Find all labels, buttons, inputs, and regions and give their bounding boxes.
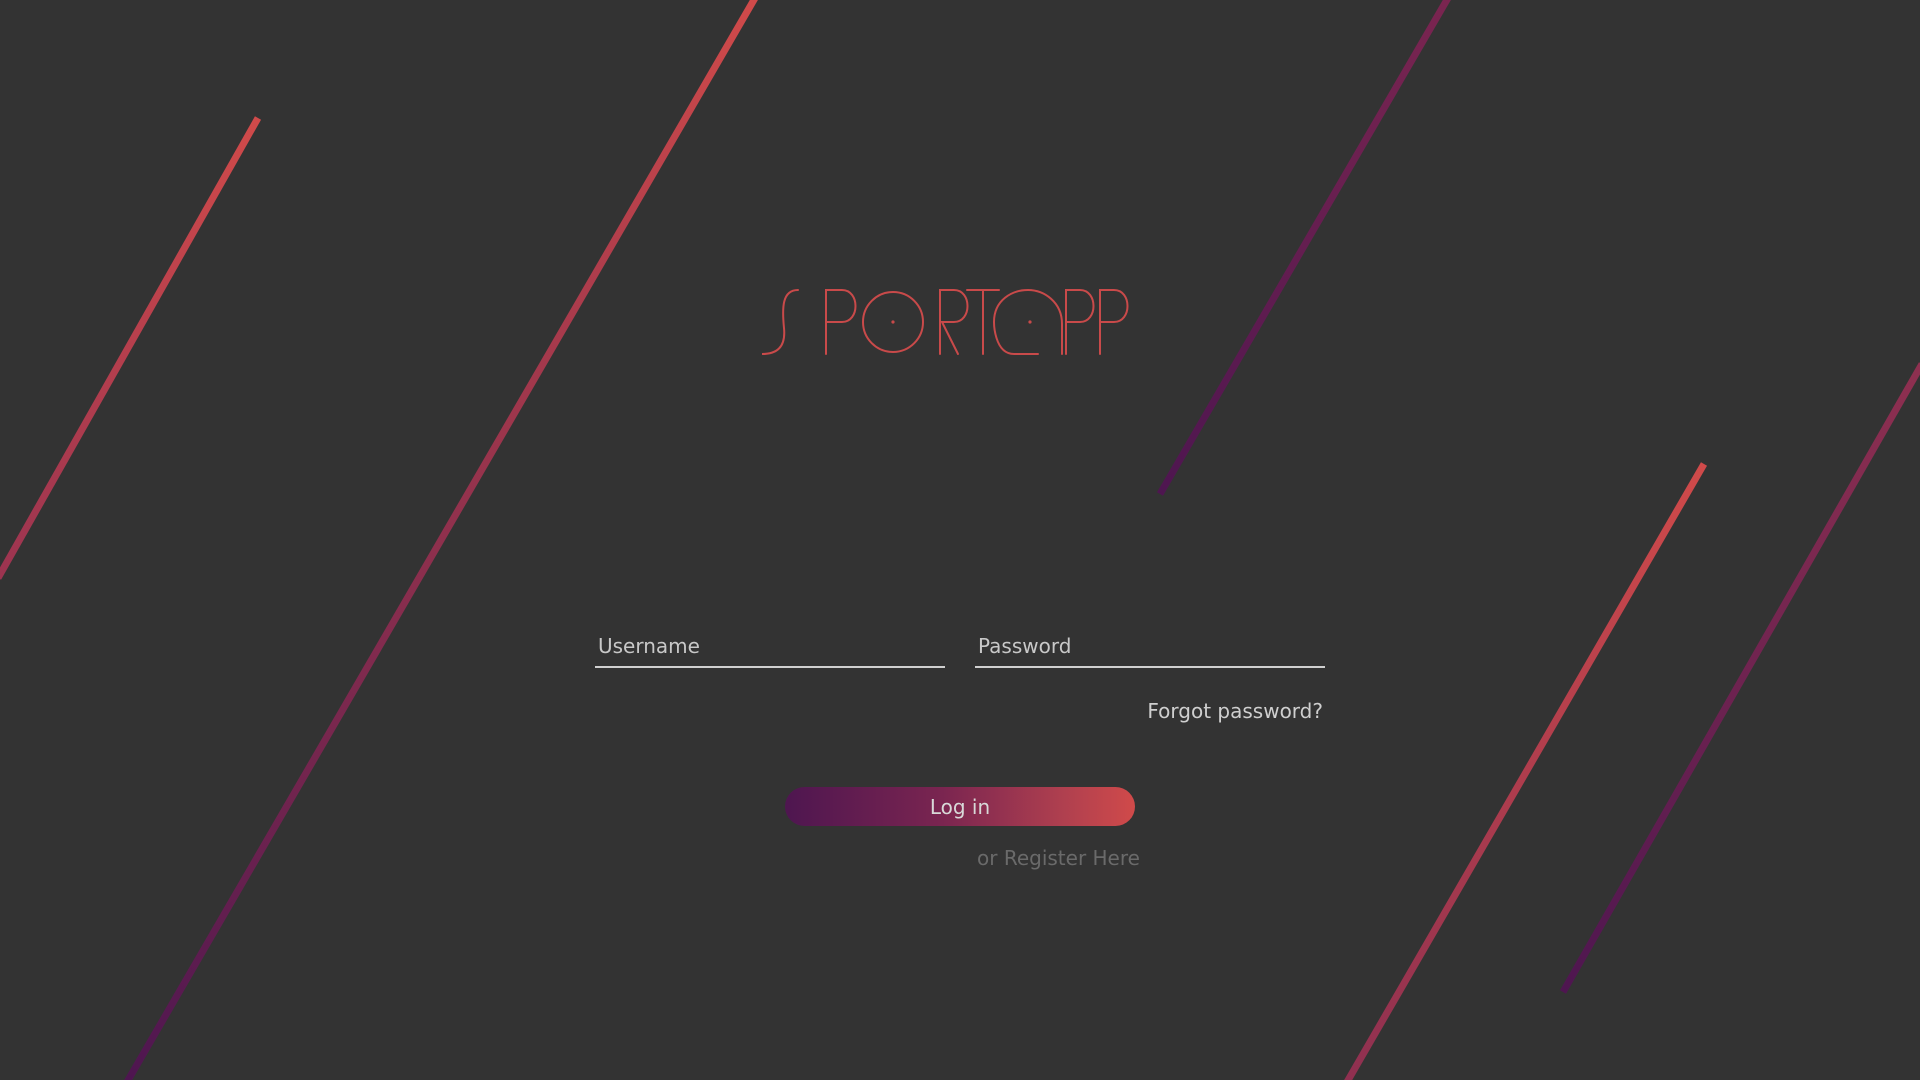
password-field[interactable] — [975, 628, 1325, 668]
username-input[interactable] — [595, 628, 945, 664]
decor-line — [1156, 0, 1451, 496]
decor-line — [1344, 462, 1708, 1080]
username-field[interactable] — [595, 628, 945, 668]
decor-line — [0, 116, 262, 580]
app-logo — [762, 288, 1129, 355]
login-screen: Forgot password? Log in or Register Here — [0, 0, 1920, 1080]
forgot-password-link[interactable]: Forgot password? — [1147, 699, 1323, 723]
register-link[interactable]: or Register Here — [977, 846, 1140, 870]
decor-line — [1559, 362, 1920, 994]
decor-line — [124, 0, 758, 1080]
background-decoration — [0, 0, 1920, 1080]
login-button[interactable]: Log in — [785, 787, 1135, 826]
password-input[interactable] — [975, 628, 1325, 664]
